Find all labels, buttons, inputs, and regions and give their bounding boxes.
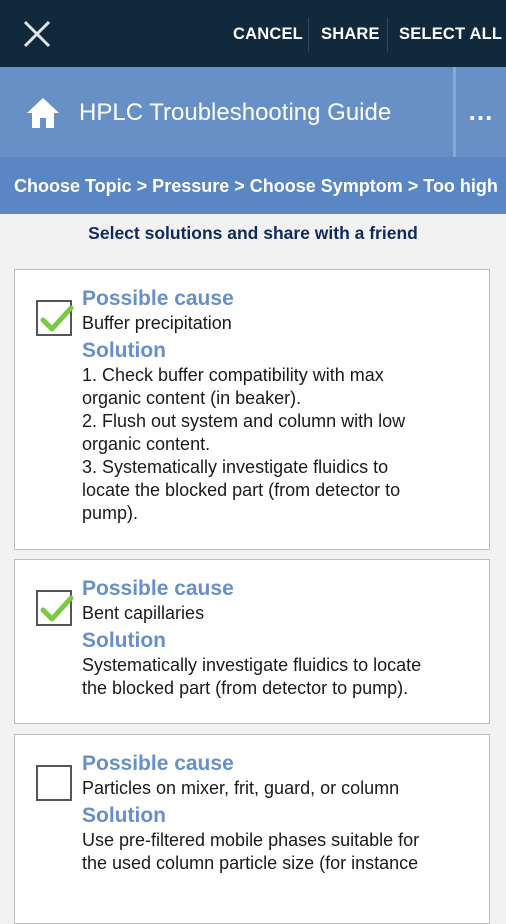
instruction-text: Select solutions and share with a friend [88,223,418,243]
checkbox[interactable] [36,590,74,626]
cause-text: Bent capillaries [82,603,205,623]
breadcrumb-text[interactable]: Choose Topic > Pressure > Choose Symptom… [14,157,498,214]
cause-text: Particles on mixer, frit, guard, or colu… [82,778,400,798]
solution-line: locate the blocked part (from detector t… [82,480,401,500]
app-header: HPLC Troubleshooting Guide ... [0,67,506,157]
solution-text: Systematically investigate fluidics to l… [82,654,469,700]
app-title: HPLC Troubleshooting Guide [79,99,392,126]
solution-heading: Solution [82,629,166,652]
breadcrumb: Choose Topic > Pressure > Choose Symptom… [0,157,506,214]
solution-text: Use pre-filtered mobile phases suitable … [82,829,469,875]
cause-text: Buffer precipitation [82,313,232,333]
solution-line: 2. Flush out system and column with low [82,411,406,431]
select-all-button[interactable]: SELECT ALL [399,0,502,67]
solution-card[interactable]: Possible cause Particles on mixer, frit,… [14,734,490,924]
checkbox[interactable] [36,765,72,801]
possible-cause-heading: Possible cause [82,287,234,310]
card-content: Possible cause Bent capillaries Solution… [82,576,469,700]
solution-line: 3. Systematically investigate fluidics t… [82,457,389,477]
solution-line: the blocked part (from detector to pump)… [82,678,409,698]
solution-line: 1. Check buffer compatibility with max [82,365,384,385]
solution-heading: Solution [82,804,166,827]
possible-cause-heading: Possible cause [82,577,234,600]
action-bar: CANCEL SHARE SELECT ALL [0,0,506,67]
solution-line: Systematically investigate fluidics to l… [82,655,422,675]
cancel-button[interactable]: CANCEL [233,0,303,67]
share-button[interactable]: SHARE [321,0,380,67]
home-icon[interactable] [26,97,60,129]
solution-line: Use pre-filtered mobile phases suitable … [82,830,420,850]
card-content: Possible cause Particles on mixer, frit,… [82,751,469,875]
card-content: Possible cause Buffer precipitation Solu… [82,286,469,525]
solution-line: organic content. [82,434,211,454]
solution-text: 1. Check buffer compatibility with max o… [82,364,469,525]
solution-heading: Solution [82,339,166,362]
possible-cause-heading: Possible cause [82,752,234,775]
solution-line: organic content (in beaker). [82,388,302,408]
checkbox[interactable] [36,300,74,336]
solution-line: pump). [82,503,139,523]
checkmark-icon [40,305,74,332]
action-divider [308,18,309,52]
solution-line: the used column particle size (for insta… [82,853,419,873]
close-icon[interactable] [16,16,56,52]
checkmark-icon [40,595,74,622]
solution-card[interactable]: Possible cause Buffer precipitation Solu… [14,269,490,550]
overflow-menu-icon[interactable]: ... [456,67,506,157]
solution-card[interactable]: Possible cause Bent capillaries Solution… [14,559,490,724]
action-divider [387,18,388,52]
